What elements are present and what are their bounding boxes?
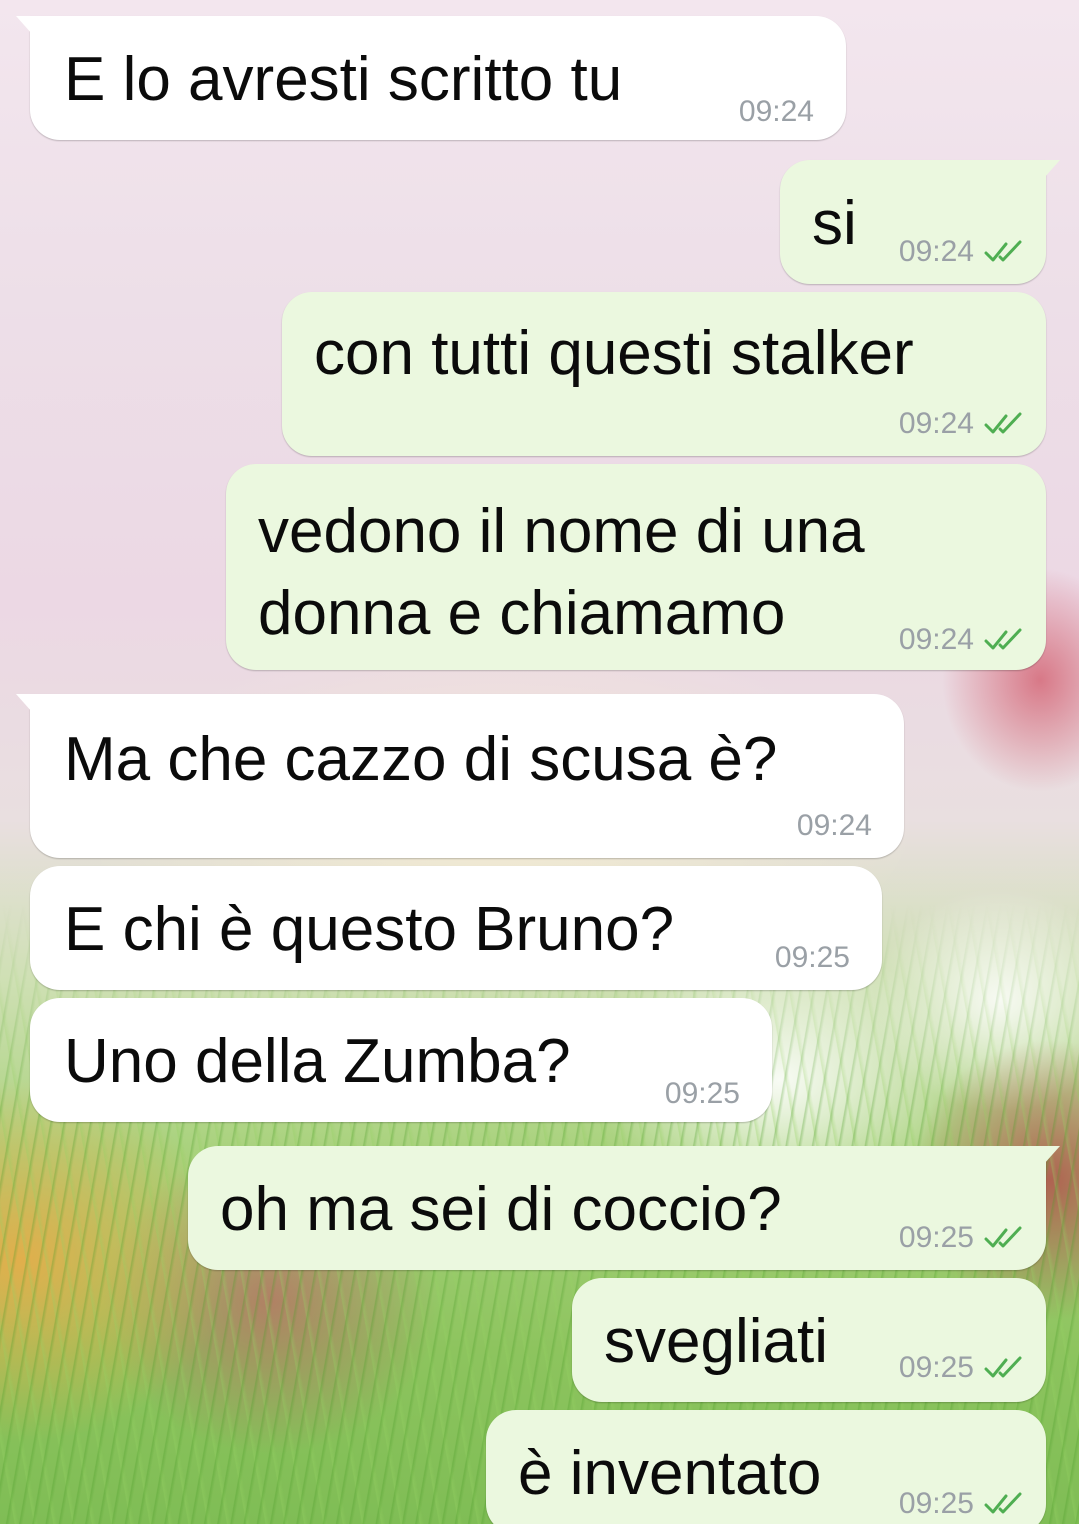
message-bubble-outgoing[interactable]: oh ma sei di coccio? 09:25 [188,1146,1060,1270]
message-bubble-outgoing[interactable]: svegliati 09:25 [572,1278,1046,1402]
message-meta: 09:24 [899,406,1024,442]
message-bubble-outgoing[interactable]: con tutti questi stalker 09:24 [282,292,1046,456]
read-double-tick-icon [984,240,1022,262]
message-time: 09:25 [664,1077,740,1110]
message-time: 09:24 [898,407,974,440]
message-time: 09:25 [898,1487,974,1520]
message-text: oh ma sei di coccio? [220,1175,782,1244]
message-text-line2: donna e chiamamo [258,579,786,648]
message-bubble-outgoing[interactable]: vedono il nome di una donna e chiamamo 0… [226,464,1046,670]
message-bubble-incoming[interactable]: Ma che cazzo di scusa è? 09:24 [16,694,904,858]
message-meta: 09:25 [899,1220,1024,1256]
read-double-tick-icon [984,628,1022,650]
bubble-tail [16,694,32,712]
read-double-tick-icon [984,412,1022,434]
message-bubble-incoming[interactable]: E lo avresti scritto tu 09:24 [16,16,846,140]
message-bubble-incoming[interactable]: E chi è questo Bruno? 09:25 [30,866,882,990]
bubble-tail [16,16,32,34]
chat-background: E lo avresti scritto tu 09:24 si 09:24 c… [0,0,1079,1524]
message-meta: 09:24 [899,234,1024,270]
message-text: con tutti questi stalker [314,319,914,388]
message-time: 09:24 [796,809,872,842]
message-text-line1: vedono il nome di una [258,497,865,566]
message-time: 09:24 [898,235,974,268]
message-time: 09:25 [898,1351,974,1384]
read-double-tick-icon [984,1226,1022,1248]
message-bubble-outgoing[interactable]: è inventato 09:25 [486,1410,1046,1524]
message-text: svegliati [604,1307,828,1376]
bubble-tail [1044,160,1060,178]
bubble-tail [1044,1146,1060,1164]
message-text: E chi è questo Bruno? [64,895,675,964]
message-bubble-incoming[interactable]: Uno della Zumba? 09:25 [30,998,772,1122]
message-text: Ma che cazzo di scusa è? [64,725,778,794]
message-time: 09:24 [738,95,814,128]
message-meta: 09:25 [899,1486,1024,1522]
message-time: 09:25 [898,1221,974,1254]
message-time: 09:24 [898,623,974,656]
message-meta: 09:25 [899,1350,1024,1386]
message-time: 09:25 [774,941,850,974]
message-text: Uno della Zumba? [64,1027,571,1096]
message-text: E lo avresti scritto tu [64,45,623,114]
message-meta: 09:24 [899,622,1024,658]
read-double-tick-icon [984,1492,1022,1514]
message-bubble-outgoing[interactable]: si 09:24 [780,160,1060,284]
read-double-tick-icon [984,1356,1022,1378]
message-text: si [812,189,857,258]
message-text: è inventato [518,1439,822,1508]
